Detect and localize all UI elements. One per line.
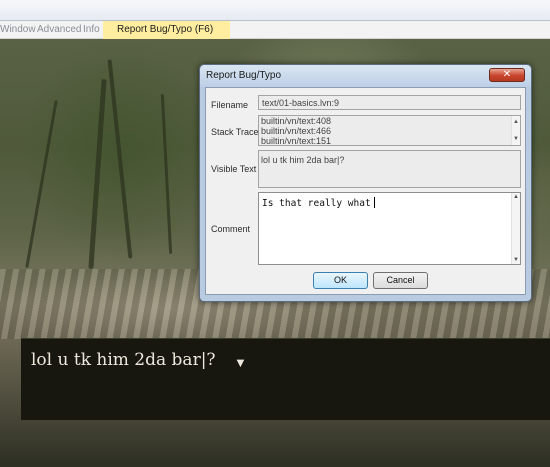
close-button[interactable]: ✕ — [489, 68, 525, 82]
scene-tree — [88, 79, 107, 269]
menu-window[interactable]: Window — [0, 24, 36, 36]
filename-field[interactable]: text/01-basics.lvn:9 — [258, 95, 521, 110]
dialogue-line: lol u tk him 2da bar|? — [31, 350, 216, 370]
comment-scrollbar[interactable]: ▲ ▼ — [511, 193, 520, 264]
text-caret — [373, 197, 375, 208]
dialogue-textbox[interactable]: lol u tk him 2da bar|? ▼ — [21, 338, 550, 420]
dialog-titlebar[interactable]: Report Bug/Typo ✕ — [200, 65, 531, 87]
scroll-down-icon[interactable]: ▼ — [513, 134, 519, 144]
dialog-title: Report Bug/Typo — [206, 70, 282, 81]
stack-trace-line: builtin/vn/text:151 — [261, 136, 332, 146]
comment-label: Comment — [211, 224, 251, 234]
menu-bar: Window Advanced Info Report Bug/Typo (F6… — [0, 21, 550, 39]
menu-advanced[interactable]: Advanced — [37, 24, 81, 36]
scene-tree — [25, 100, 58, 268]
stack-trace-label: Stack Trace — [211, 127, 259, 137]
scroll-up-icon[interactable]: ▲ — [513, 117, 519, 127]
filename-label: Filename — [211, 100, 249, 110]
comment-textarea[interactable]: Is that really what ▲ ▼ — [258, 192, 521, 265]
title-bar — [0, 0, 550, 21]
scroll-down-icon[interactable]: ▼ — [513, 257, 519, 263]
stack-trace-scrollbar[interactable]: ▲ ▼ — [511, 116, 520, 145]
close-icon: ✕ — [502, 69, 512, 80]
comment-text: Is that really what — [262, 198, 371, 209]
menu-report-bug[interactable]: Report Bug/Typo (F6) — [103, 21, 230, 39]
scroll-up-icon[interactable]: ▲ — [513, 194, 519, 200]
menu-info[interactable]: Info — [83, 24, 100, 36]
comment-text-wrap: Is that really what — [262, 197, 375, 209]
stack-trace-line: builtin/vn/text:408 — [261, 116, 332, 126]
ok-button[interactable]: OK — [313, 272, 368, 289]
stack-trace-field[interactable]: builtin/vn/text:408 builtin/vn/text:466 … — [258, 115, 521, 146]
advance-arrow-icon[interactable]: ▼ — [234, 355, 247, 370]
cancel-button[interactable]: Cancel — [373, 272, 428, 289]
report-bug-dialog: Report Bug/Typo ✕ Filename text/01-basic… — [199, 64, 532, 302]
stack-trace-line: builtin/vn/text:466 — [261, 126, 332, 136]
visible-text-field[interactable]: lol u tk him 2da bar|? — [258, 150, 521, 188]
visible-text-label: Visible Text — [211, 164, 257, 174]
dialog-body: Filename text/01-basics.lvn:9 Stack Trac… — [205, 87, 526, 295]
scene-tree — [107, 59, 133, 259]
scene-tree — [160, 94, 173, 254]
